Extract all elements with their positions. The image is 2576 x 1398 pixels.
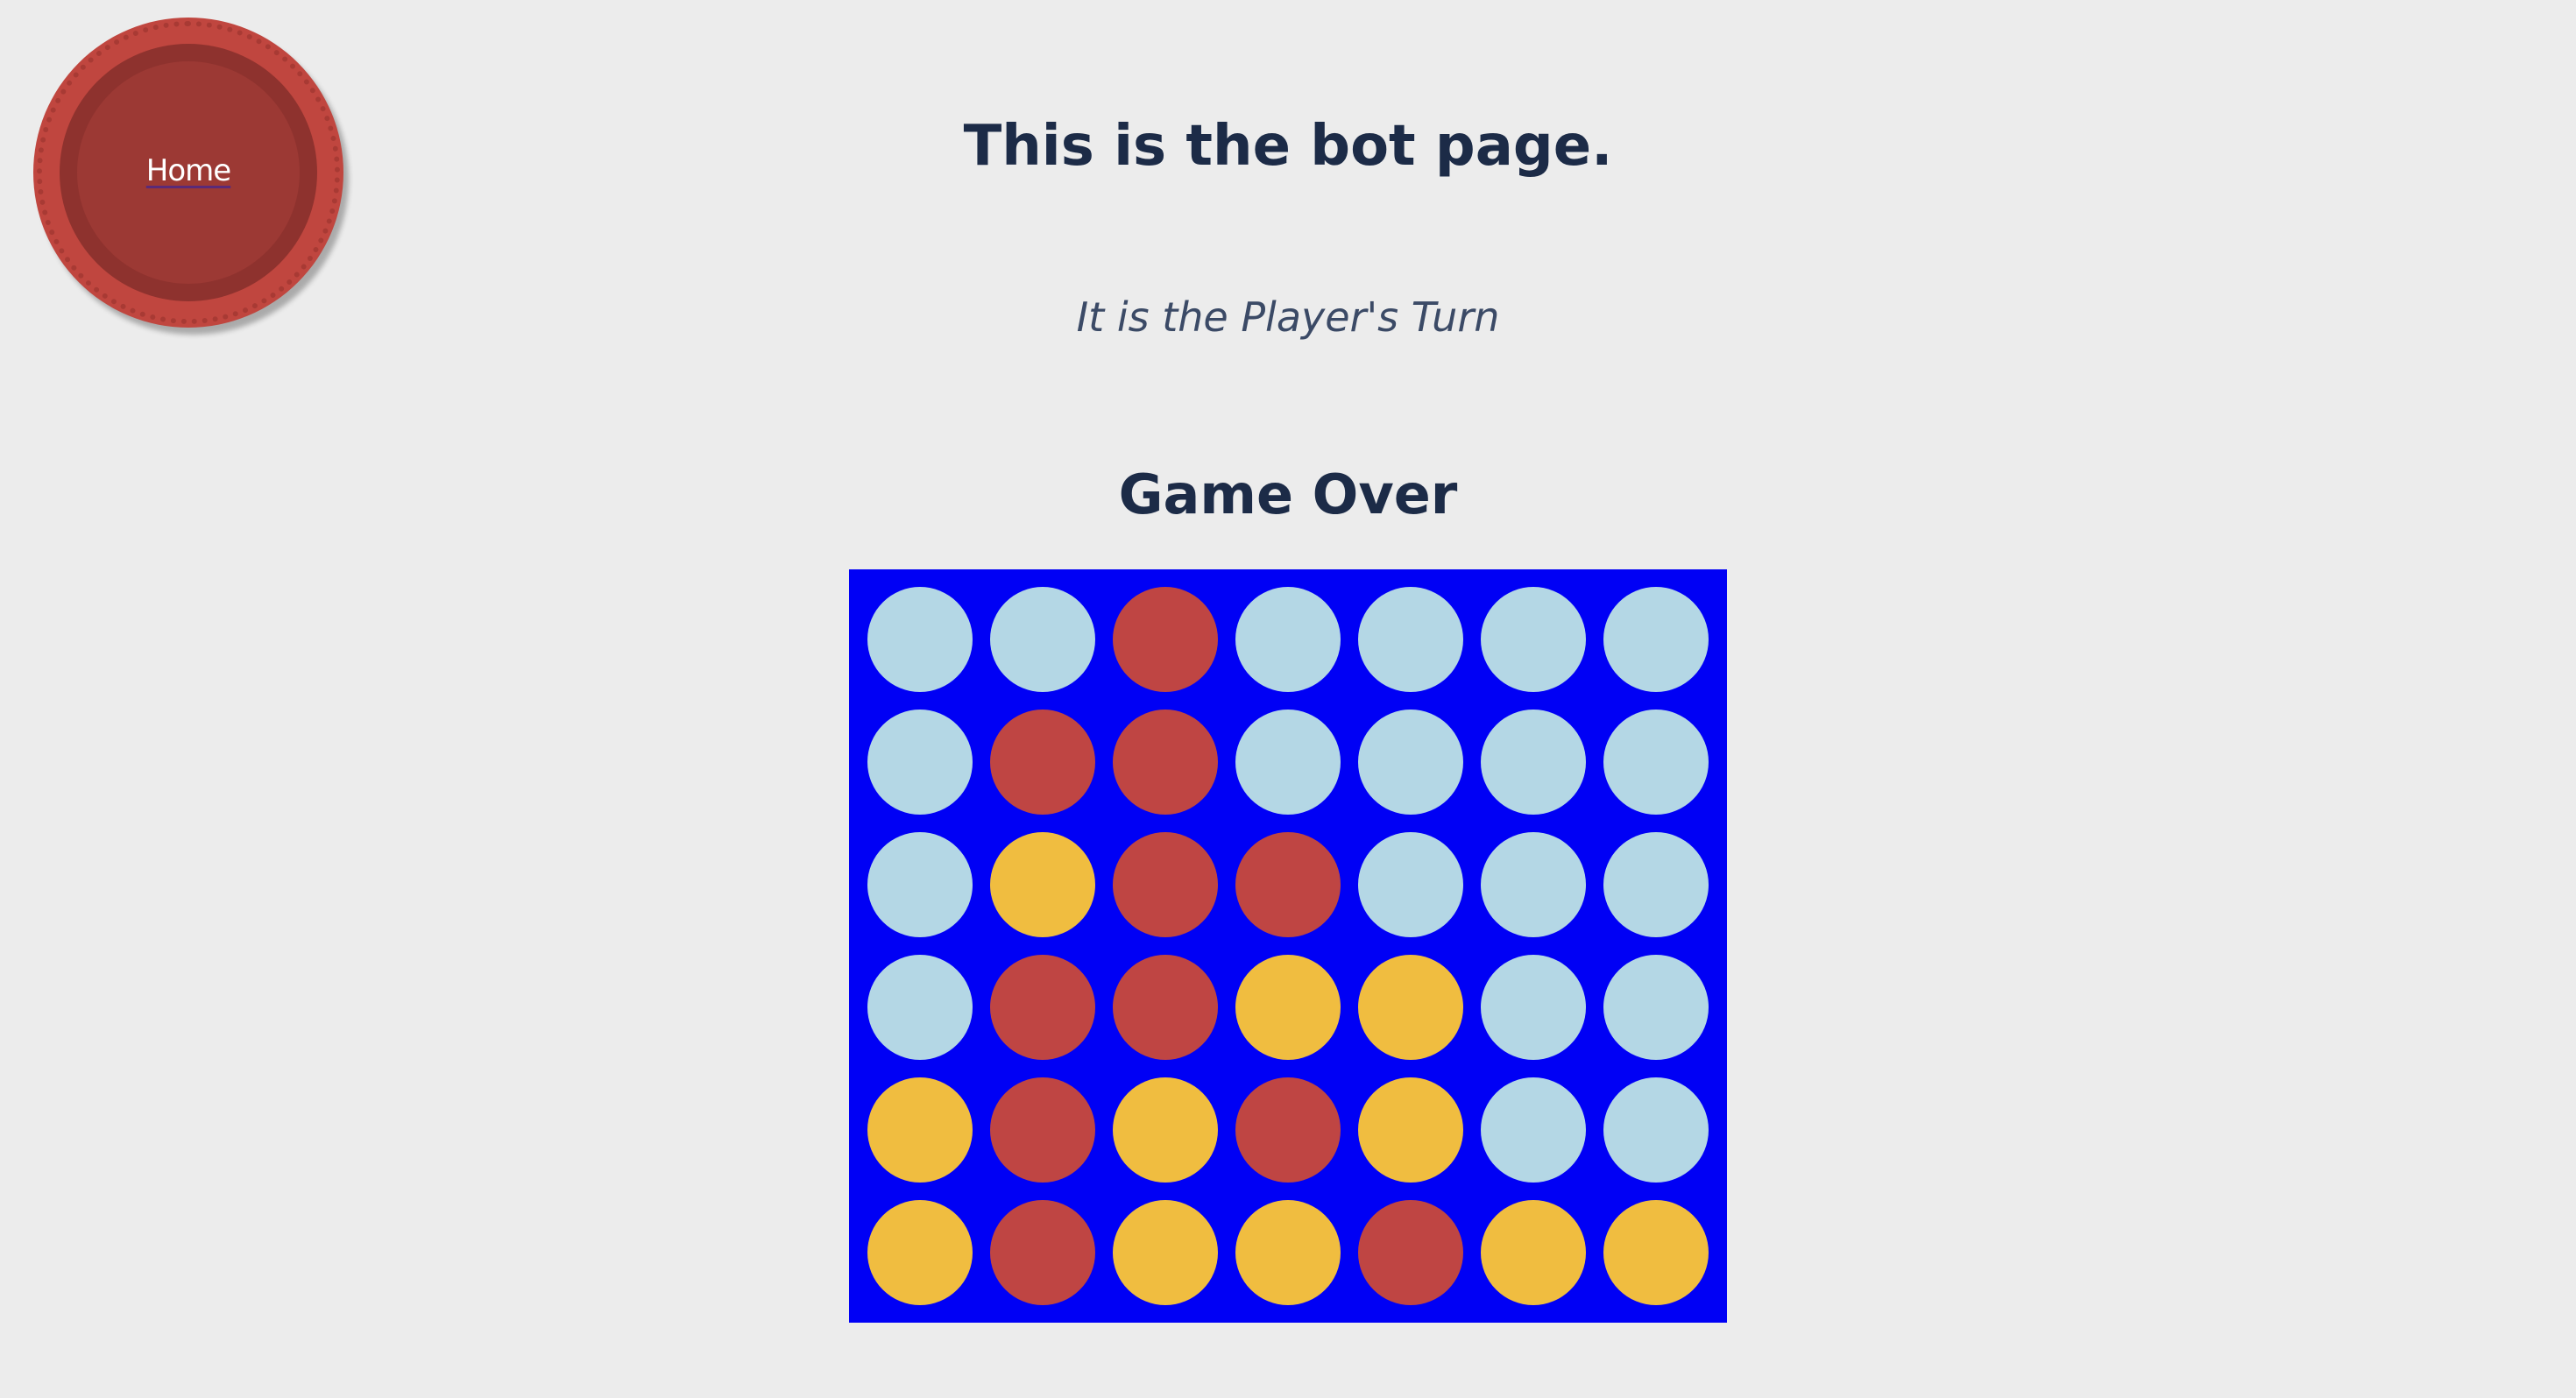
board-cell-r3-c4-yellow[interactable] [1358,955,1463,1060]
board-cell-r2-c1-yellow[interactable] [990,832,1095,937]
board-cell-r0-c0-empty[interactable] [867,587,973,692]
board-cell-r2-c5-empty[interactable] [1481,832,1586,937]
board-cell-r0-c5-empty[interactable] [1481,587,1586,692]
board-cell-r5-c0-yellow[interactable] [867,1200,973,1305]
board-cell-r1-c3-empty[interactable] [1235,710,1341,815]
board-cell-r2-c2-red[interactable] [1113,832,1218,937]
board-cell-r5-c6-yellow[interactable] [1603,1200,1709,1305]
bot-page: Home This is the bot page. It is the Pla… [0,0,2576,1398]
board-cell-r4-c5-empty[interactable] [1481,1077,1586,1183]
board-cell-r3-c0-empty[interactable] [867,955,973,1060]
board-cell-r5-c2-yellow[interactable] [1113,1200,1218,1305]
board-cell-r0-c4-empty[interactable] [1358,587,1463,692]
board-cell-r1-c2-red[interactable] [1113,710,1218,815]
board-cell-r4-c3-red[interactable] [1235,1077,1341,1183]
board-cell-r3-c6-empty[interactable] [1603,955,1709,1060]
board-cell-r1-c4-empty[interactable] [1358,710,1463,815]
board-cell-r2-c6-empty[interactable] [1603,832,1709,937]
board-cell-r5-c1-red[interactable] [990,1200,1095,1305]
board-cell-r0-c1-empty[interactable] [990,587,1095,692]
board-cell-r3-c5-empty[interactable] [1481,955,1586,1060]
board-cell-r3-c3-yellow[interactable] [1235,955,1341,1060]
board-cell-r4-c4-yellow[interactable] [1358,1077,1463,1183]
page-title: This is the bot page. [963,114,1613,179]
board-cell-r3-c2-red[interactable] [1113,955,1218,1060]
board-cell-r2-c0-empty[interactable] [867,832,973,937]
turn-status: It is the Player's Turn [1076,293,1500,341]
game-board [849,569,1727,1323]
board-cell-r0-c2-red[interactable] [1113,587,1218,692]
board-cell-r4-c0-yellow[interactable] [867,1077,973,1183]
board-cell-r1-c6-empty[interactable] [1603,710,1709,815]
board-cell-r5-c3-yellow[interactable] [1235,1200,1341,1305]
board-cell-r0-c3-empty[interactable] [1235,587,1341,692]
board-cell-r2-c4-empty[interactable] [1358,832,1463,937]
board-cell-r0-c6-empty[interactable] [1603,587,1709,692]
board-cell-r1-c1-red[interactable] [990,710,1095,815]
board-cell-r1-c0-empty[interactable] [867,710,973,815]
board-cell-r5-c4-red[interactable] [1358,1200,1463,1305]
board-cell-r4-c6-empty[interactable] [1603,1077,1709,1183]
board-cell-r5-c5-yellow[interactable] [1481,1200,1586,1305]
board-cell-r4-c2-yellow[interactable] [1113,1077,1218,1183]
board-cell-r2-c3-red[interactable] [1235,832,1341,937]
board-cell-r3-c1-red[interactable] [990,955,1095,1060]
game-over-heading: Game Over [1118,462,1458,526]
board-cell-r1-c5-empty[interactable] [1481,710,1586,815]
board-cell-r4-c1-red[interactable] [990,1077,1095,1183]
